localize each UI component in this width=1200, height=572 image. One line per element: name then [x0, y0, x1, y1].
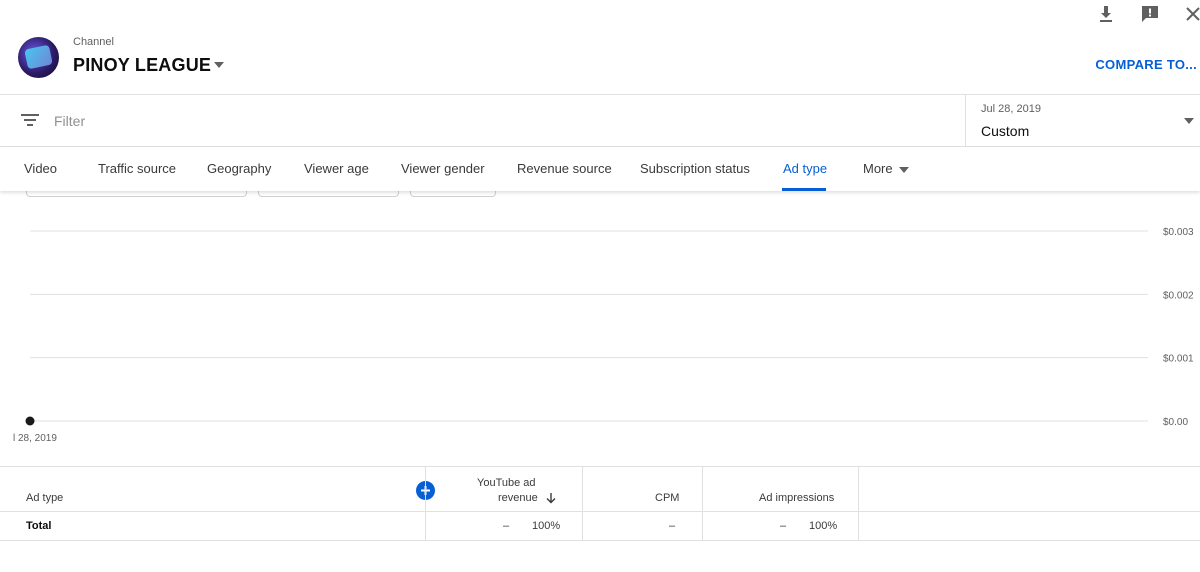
y-tick-label: $0.001: [1163, 354, 1194, 365]
data-table: Ad type YouTube ad revenue CPM Ad impres…: [0, 466, 1200, 541]
x-tick-label: l 28, 2019: [13, 433, 57, 444]
total-impressions-value: –: [780, 520, 787, 532]
col-header-ad-type[interactable]: Ad type: [26, 492, 63, 504]
col-header-revenue-line1[interactable]: YouTube ad: [477, 477, 536, 489]
channel-label: Channel: [73, 36, 114, 48]
tab-more-label: More: [863, 161, 893, 176]
col-header-cpm[interactable]: CPM: [655, 492, 679, 504]
tab-ad-type[interactable]: Ad type: [783, 161, 827, 176]
channel-name[interactable]: PINOY LEAGUE: [73, 55, 211, 76]
filter-icon[interactable]: [20, 112, 40, 128]
filter-bar: Jul 28, 2019 Custom: [0, 95, 1200, 147]
dimension-tabs: Video Traffic source Geography Viewer ag…: [0, 147, 1200, 191]
date-range-picker[interactable]: Jul 28, 2019 Custom: [965, 95, 1200, 147]
col-header-revenue-line2[interactable]: revenue: [498, 492, 538, 504]
tab-viewer-age[interactable]: Viewer age: [304, 161, 369, 176]
total-cpm-value: –: [669, 520, 676, 532]
tab-more[interactable]: More: [863, 161, 909, 176]
tab-subscription-status[interactable]: Subscription status: [640, 161, 750, 176]
revenue-chart: $0.003 $0.002 $0.001 $0.00 l 28, 2019: [0, 191, 1200, 466]
col-header-ad-impressions[interactable]: Ad impressions: [759, 492, 834, 504]
date-preset-label: Custom: [981, 123, 1030, 139]
chevron-down-icon: [898, 166, 909, 173]
y-tick-label: $0.003: [1163, 227, 1194, 238]
channel-avatar: [18, 37, 59, 78]
total-revenue-percent: 100%: [532, 520, 561, 532]
total-revenue-value: –: [503, 520, 510, 532]
tab-geography[interactable]: Geography: [207, 161, 271, 176]
chart-svg: $0.003 $0.002 $0.001 $0.00 l 28, 2019: [13, 227, 1194, 444]
compare-button[interactable]: COMPARE TO...: [1095, 57, 1197, 72]
sort-arrow-down-icon[interactable]: [546, 493, 556, 504]
total-impressions-percent: 100%: [809, 520, 838, 532]
channel-header: Channel PINOY LEAGUE COMPARE TO...: [0, 0, 1200, 95]
table-row-total: Total – 100% – – 100%: [0, 512, 1200, 541]
y-tick-label: $0.002: [1163, 290, 1194, 301]
filter-input[interactable]: [54, 112, 934, 130]
tab-traffic-source[interactable]: Traffic source: [98, 161, 176, 176]
tab-revenue-source[interactable]: Revenue source: [517, 161, 612, 176]
tab-viewer-gender[interactable]: Viewer gender: [401, 161, 485, 176]
chevron-down-icon[interactable]: [211, 59, 227, 71]
table-header-row: Ad type YouTube ad revenue CPM Ad impres…: [0, 467, 1200, 512]
chevron-down-icon[interactable]: [1183, 116, 1195, 126]
active-tab-indicator: [782, 188, 826, 191]
data-point[interactable]: [25, 416, 35, 426]
date-range-label: Jul 28, 2019: [981, 103, 1041, 115]
y-tick-label: $0.00: [1163, 417, 1188, 428]
tab-video[interactable]: Video: [24, 161, 57, 176]
total-label: Total: [26, 520, 52, 532]
